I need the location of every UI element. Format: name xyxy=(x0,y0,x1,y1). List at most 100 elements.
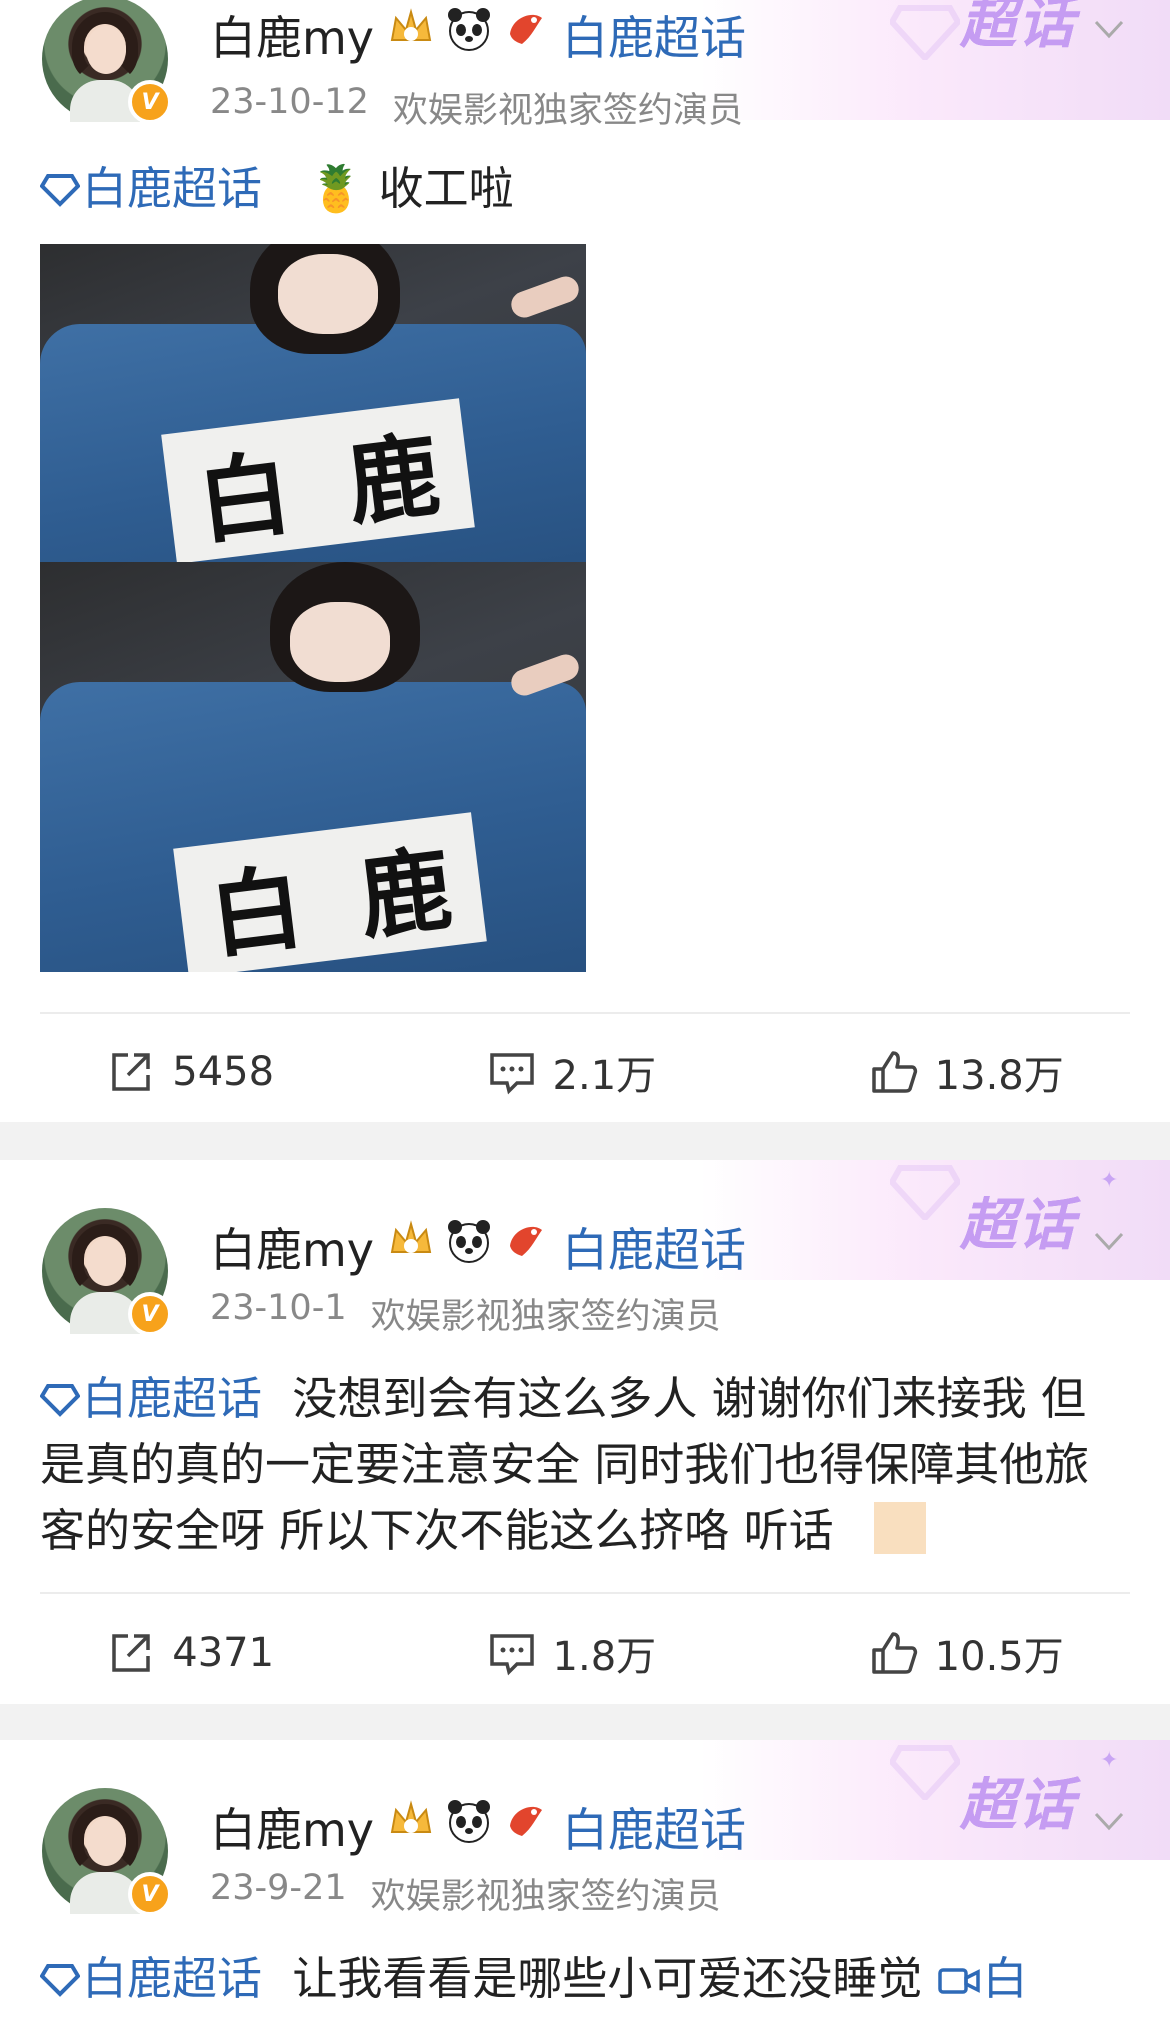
fish-icon[interactable] xyxy=(502,4,552,54)
like-icon xyxy=(871,1632,917,1674)
label-char-left: 白 xyxy=(204,853,309,971)
emoji-placeholder-icon xyxy=(873,1502,926,1554)
diamond-topic-icon xyxy=(40,1964,80,1997)
chaohua-banner-text: 超话 xyxy=(960,1773,1076,1838)
topic-tag-text: 白鹿超话 xyxy=(82,162,263,215)
photo-face xyxy=(278,254,378,334)
divider xyxy=(40,1012,1130,1014)
panda-icon[interactable] xyxy=(444,1796,494,1846)
video-link[interactable]: 白 xyxy=(937,1952,1028,2005)
topic-tag-text: 白鹿超话 xyxy=(82,1372,263,1425)
post-meta: 23-10-1 欢娱影视独家签约演员 xyxy=(210,1288,721,1339)
like-count: 10.5万 xyxy=(934,1634,1064,1680)
label-char-right: 鹿 xyxy=(341,421,446,539)
topic-tag-text: 白鹿超话 xyxy=(82,1952,263,2005)
sparkle-icon: ✦ xyxy=(1100,1748,1119,1773)
avatar[interactable]: V xyxy=(42,0,172,124)
avatar-face xyxy=(86,1238,126,1286)
comment-button[interactable]: 1.8万 xyxy=(487,1624,657,1682)
avatar-face xyxy=(86,1818,126,1866)
label-char-left: 白 xyxy=(192,439,297,557)
v-badge-icon: V xyxy=(128,80,172,124)
topic-badge-link[interactable]: 白鹿超话 xyxy=(562,2,746,68)
diamond-topic-icon xyxy=(40,1384,80,1417)
video-link-icon xyxy=(937,1968,980,1994)
panda-icon[interactable] xyxy=(444,4,494,54)
fish-icon[interactable] xyxy=(502,1796,552,1846)
repost-button[interactable]: 5458 xyxy=(106,1047,274,1097)
gem-decoration-icon xyxy=(890,1165,960,1220)
v-badge-icon: V xyxy=(128,1872,172,1916)
comment-count: 1.8万 xyxy=(552,1634,657,1680)
post-date: 23-9-21 xyxy=(210,1868,347,1908)
chaohua-banner-text: 超话 xyxy=(960,0,1076,56)
diamond-topic-icon xyxy=(40,174,80,207)
post-date: 23-10-1 xyxy=(210,1288,347,1328)
repost-button[interactable]: 4371 xyxy=(106,1628,274,1678)
comment-button[interactable]: 2.1万 xyxy=(487,1043,657,1101)
author-name[interactable]: 白鹿my xyxy=(210,1214,374,1280)
topic-tag-link[interactable]: 白鹿超话 xyxy=(40,1372,262,1425)
avatar[interactable]: V xyxy=(42,1788,172,1916)
chevron-down-icon[interactable] xyxy=(1090,10,1128,48)
video-link-text: 白 xyxy=(982,1952,1028,2005)
panda-icon[interactable] xyxy=(444,1216,494,1266)
chevron-down-icon[interactable] xyxy=(1090,1222,1128,1260)
fish-icon[interactable] xyxy=(502,1216,552,1266)
pineapple-emoji: 🍍 xyxy=(308,162,365,215)
like-button[interactable]: 10.5万 xyxy=(869,1624,1064,1682)
comment-icon xyxy=(489,1634,534,1676)
post-body: 收工啦 xyxy=(378,162,514,215)
photo[interactable]: 白 鹿 xyxy=(40,562,586,972)
avatar[interactable]: V xyxy=(42,1208,172,1336)
comment-count: 2.1万 xyxy=(552,1053,657,1099)
gem-decoration-icon xyxy=(890,1745,960,1800)
repost-icon xyxy=(112,1053,150,1091)
label-char-right: 鹿 xyxy=(353,835,458,953)
action-bar: 5458 2.1万 13.8万 xyxy=(0,1027,1170,1117)
post-meta: 23-9-21 欢娱影视独家签约演员 xyxy=(210,1868,721,1919)
chevron-down-icon[interactable] xyxy=(1090,1802,1128,1840)
repost-count: 4371 xyxy=(172,1630,275,1676)
author-name[interactable]: 白鹿my xyxy=(210,2,374,68)
author-name[interactable]: 白鹿my xyxy=(210,1794,374,1860)
like-icon xyxy=(871,1051,917,1093)
repost-count: 5458 xyxy=(172,1049,275,1095)
weibo-feed: 超话 V 白鹿my 白鹿超话 23-10-12 欢娱影视独家签约演员 白鹿超话 … xyxy=(0,0,1170,2019)
post-meta: 23-10-12 欢娱影视独家签约演员 xyxy=(210,82,743,133)
chaohua-banner-text: 超话 xyxy=(960,1193,1076,1258)
post-text: 白鹿超话 让我看看是哪些小可爱还没睡觉 白 xyxy=(40,1946,1130,2012)
avatar-face xyxy=(86,26,126,74)
post-source: 欢娱影视独家签约演员 xyxy=(370,1877,721,1917)
chaohua-banner[interactable]: 超话 ✦ xyxy=(700,1740,1170,1860)
topic-badge-link[interactable]: 白鹿超话 xyxy=(562,1214,746,1280)
topic-tag-link[interactable]: 白鹿超话 xyxy=(40,162,262,215)
crown-level-icon[interactable] xyxy=(386,1796,436,1846)
divider xyxy=(40,1592,1130,1594)
chaohua-banner[interactable]: 超话 ✦ xyxy=(700,1160,1170,1280)
post-text: 白鹿超话 没想到会有这么多人 谢谢你们来接我 但是真的真的一定要注意安全 同时我… xyxy=(40,1366,1130,1564)
topic-badge-link[interactable]: 白鹿超话 xyxy=(562,1794,746,1860)
crown-level-icon[interactable] xyxy=(386,4,436,54)
photo[interactable]: 白 鹿 xyxy=(40,244,586,562)
comment-icon xyxy=(489,1053,534,1095)
action-bar: 4371 1.8万 10.5万 xyxy=(0,1608,1170,1698)
photo-grid[interactable]: 白 鹿 白 鹿 xyxy=(40,244,586,972)
topic-tag-link[interactable]: 白鹿超话 xyxy=(40,1952,262,2005)
post-text: 白鹿超话 🍍 收工啦 xyxy=(40,156,1130,222)
post-card: 超话 ✦ V 白鹿my 白鹿超话 23-10-1 欢娱影视独家签约演员 白鹿超话… xyxy=(0,1160,1170,1704)
user-badges xyxy=(386,1796,552,1846)
user-badges xyxy=(386,1216,552,1266)
post-date: 23-10-12 xyxy=(210,82,369,122)
crown-level-icon[interactable] xyxy=(386,1216,436,1266)
user-badges xyxy=(386,4,552,54)
sparkle-icon: ✦ xyxy=(1100,1168,1119,1193)
post-source: 欢娱影视独家签约演员 xyxy=(370,1297,721,1337)
post-card: 超话 V 白鹿my 白鹿超话 23-10-12 欢娱影视独家签约演员 白鹿超话 … xyxy=(0,0,1170,1122)
gem-decoration-icon xyxy=(890,5,960,60)
like-button[interactable]: 13.8万 xyxy=(869,1043,1064,1101)
repost-icon xyxy=(112,1634,150,1672)
post-source: 欢娱影视独家签约演员 xyxy=(392,91,743,131)
post-card: 超话 ✦ V 白鹿my 白鹿超话 23-9-21 欢娱影视独家签约演员 白鹿超话… xyxy=(0,1740,1170,2019)
v-badge-icon: V xyxy=(128,1292,172,1336)
